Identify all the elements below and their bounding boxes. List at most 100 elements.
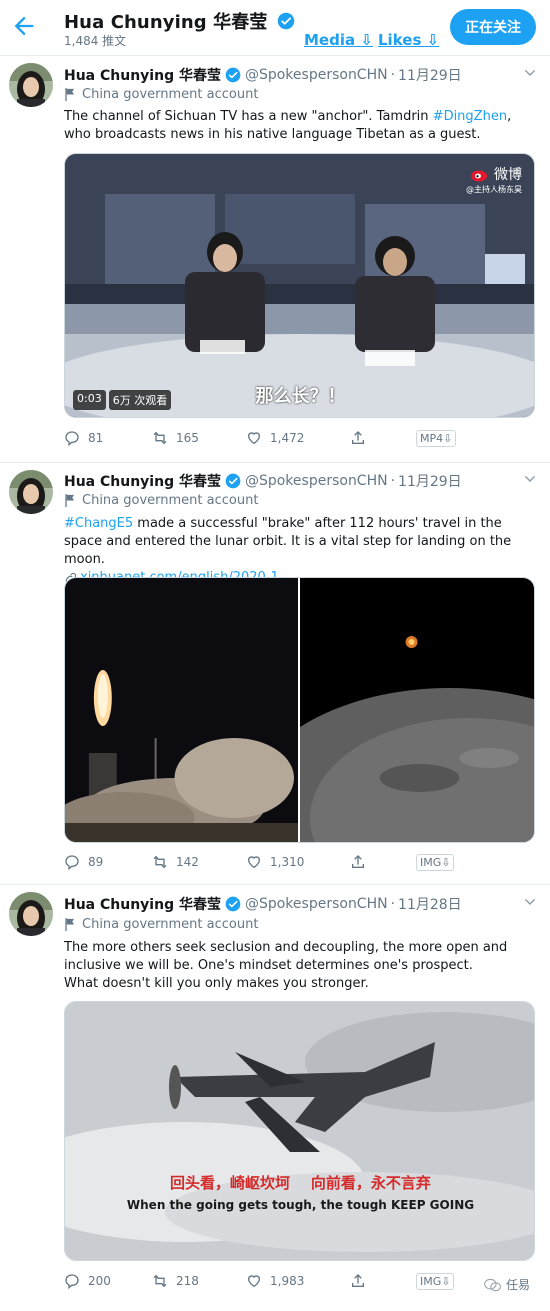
avatar[interactable] <box>9 63 53 107</box>
tweet-1[interactable]: Hua Chunying 华春莹 @SpokespersonCHN · 11月2… <box>0 57 550 463</box>
poster-caption-en: When the going gets tough, the tough KEE… <box>126 1198 475 1212</box>
reply-count: 81 <box>88 431 104 445</box>
author-handle[interactable]: @SpokespersonCHN <box>245 896 388 912</box>
reply-button[interactable]: 89 <box>64 854 103 870</box>
verified-badge-icon <box>225 896 241 912</box>
government-account-text: China government account <box>82 493 259 508</box>
reply-button[interactable]: 200 <box>64 1273 111 1289</box>
separator-dot: · <box>390 896 396 912</box>
tweet-text: The more others seek seclusion and decou… <box>64 939 539 993</box>
tweet-actions: 89 142 1,310 IMG⇩ <box>64 854 464 874</box>
source-watermark: 任易 <box>484 1276 530 1293</box>
tweet-count: 1,484 推文 <box>64 34 127 48</box>
avatar[interactable] <box>9 470 53 514</box>
chevron-down-icon[interactable] <box>522 471 538 487</box>
share-icon <box>352 1274 364 1287</box>
tweet-3[interactable]: Hua Chunying 华春莹 @SpokespersonCHN · 11月2… <box>0 886 550 1311</box>
like-button[interactable]: 1,310 <box>246 854 304 870</box>
watermark-text: 任易 <box>506 1278 531 1292</box>
weibo-sub-label: @主持人杨东昊 <box>466 185 522 194</box>
profile-header: Hua Chunying 华春莹 1,484 推文 Media ⇩ Likes … <box>0 0 550 56</box>
tweet-date[interactable]: 11月29日 <box>398 471 462 491</box>
retweet-count: 142 <box>176 855 199 869</box>
separator-dot: · <box>390 67 396 83</box>
video-views: 6万 次观看 <box>108 390 172 410</box>
tweet-header: Hua Chunying 华春莹 @SpokespersonCHN · 11月2… <box>64 471 462 491</box>
reply-count: 200 <box>88 1274 111 1288</box>
tweet-date[interactable]: 11月28日 <box>398 894 462 914</box>
retweet-button[interactable]: 165 <box>152 430 199 446</box>
hashtag-link[interactable]: #ChangE5 <box>64 516 133 531</box>
media-download-badge[interactable]: IMG⇩ <box>416 854 455 871</box>
avatar[interactable] <box>9 892 53 936</box>
verified-badge-icon <box>225 473 241 489</box>
tweet-date[interactable]: 11月29日 <box>398 65 462 85</box>
share-icon <box>352 431 364 444</box>
retweet-icon <box>153 1274 167 1288</box>
retweet-button[interactable]: 142 <box>152 854 199 870</box>
like-button[interactable]: 1,983 <box>246 1273 304 1289</box>
media-download-badge[interactable]: IMG⇩ <box>416 1273 455 1290</box>
tweet-header: Hua Chunying 华春莹 @SpokespersonCHN · 11月2… <box>64 894 462 914</box>
verified-badge-icon <box>278 12 295 30</box>
hashtag-link[interactable]: #DingZhen <box>433 109 507 124</box>
like-button[interactable]: 1,472 <box>246 430 304 446</box>
media-download-badge[interactable]: MP4⇩ <box>416 430 457 447</box>
back-arrow-icon[interactable] <box>10 12 38 40</box>
poster-caption-cn: 回头看，崎岖坎坷 向前看，永不言弃 <box>170 1174 431 1192</box>
reply-button[interactable]: 81 <box>64 430 103 446</box>
chevron-down-icon[interactable] <box>522 65 538 81</box>
profile-name: Hua Chunying 华春莹 <box>64 12 268 33</box>
government-account-label: China government account <box>64 493 258 508</box>
chevron-down-icon[interactable] <box>522 894 538 910</box>
tweet-actions: 200 218 1,983 IMG⇩ <box>64 1273 464 1293</box>
weibo-icon <box>471 170 487 182</box>
lunar-orbit-image[interactable] <box>300 578 534 843</box>
share-button[interactable] <box>350 854 366 870</box>
header-title: Hua Chunying 华春莹 <box>64 8 299 34</box>
tweet-text-part: What doesn't kill you only makes you str… <box>64 976 369 991</box>
author-name[interactable]: Hua Chunying 华春莹 <box>64 471 221 491</box>
reply-icon <box>65 431 79 446</box>
retweet-count: 218 <box>176 1274 199 1288</box>
tweet-header: Hua Chunying 华春莹 @SpokespersonCHN · 11月2… <box>64 65 462 85</box>
flag-icon <box>65 494 75 507</box>
share-button[interactable] <box>350 1273 366 1289</box>
poster-image[interactable]: 回头看，崎岖坎坷 向前看，永不言弃 When the going gets to… <box>64 1001 535 1261</box>
image-gallery[interactable] <box>64 577 535 843</box>
tweet-2[interactable]: Hua Chunying 华春莹 @SpokespersonCHN · 11月2… <box>0 464 550 885</box>
media-download-link[interactable]: Media ⇩ <box>304 31 373 49</box>
following-button[interactable]: 正在关注 <box>450 9 536 45</box>
retweet-button[interactable]: 218 <box>152 1273 199 1289</box>
separator-dot: · <box>390 473 396 489</box>
fighter-plane-image <box>65 1002 534 1260</box>
retweet-icon <box>153 855 167 869</box>
video-frame <box>65 154 534 417</box>
reply-icon <box>65 1274 79 1289</box>
like-count: 1,983 <box>270 1274 305 1288</box>
flag-icon <box>65 918 75 931</box>
author-name[interactable]: Hua Chunying 华春莹 <box>64 65 221 85</box>
wechat-icon <box>484 1278 501 1291</box>
reply-icon <box>65 855 79 870</box>
like-count: 1,472 <box>270 431 305 445</box>
share-icon <box>352 855 364 868</box>
tweet-text: The channel of Sichuan TV has a new "anc… <box>64 108 539 144</box>
author-name[interactable]: Hua Chunying 华春莹 <box>64 894 221 914</box>
video-player[interactable]: 微博 @主持人杨东昊 那么长？！ 0:03 6万 次观看 <box>64 153 535 418</box>
rocket-launch-image[interactable] <box>65 578 298 843</box>
government-account-text: China government account <box>82 917 259 932</box>
like-count: 1,310 <box>270 855 305 869</box>
share-button[interactable] <box>350 430 366 446</box>
video-overlay-info: 0:03 6万 次观看 <box>73 390 172 410</box>
likes-download-link[interactable]: Likes ⇩ <box>378 31 439 49</box>
verified-badge-icon <box>225 67 241 83</box>
heart-icon <box>247 856 261 869</box>
author-handle[interactable]: @SpokespersonCHN <box>245 473 388 489</box>
author-handle[interactable]: @SpokespersonCHN <box>245 67 388 83</box>
retweet-icon <box>153 431 167 445</box>
heart-icon <box>247 432 261 445</box>
tweet-text-part: The more others seek seclusion and decou… <box>64 940 508 973</box>
tweet-text-part: The channel of Sichuan TV has a new "anc… <box>64 109 433 124</box>
video-time: 0:03 <box>73 390 106 410</box>
